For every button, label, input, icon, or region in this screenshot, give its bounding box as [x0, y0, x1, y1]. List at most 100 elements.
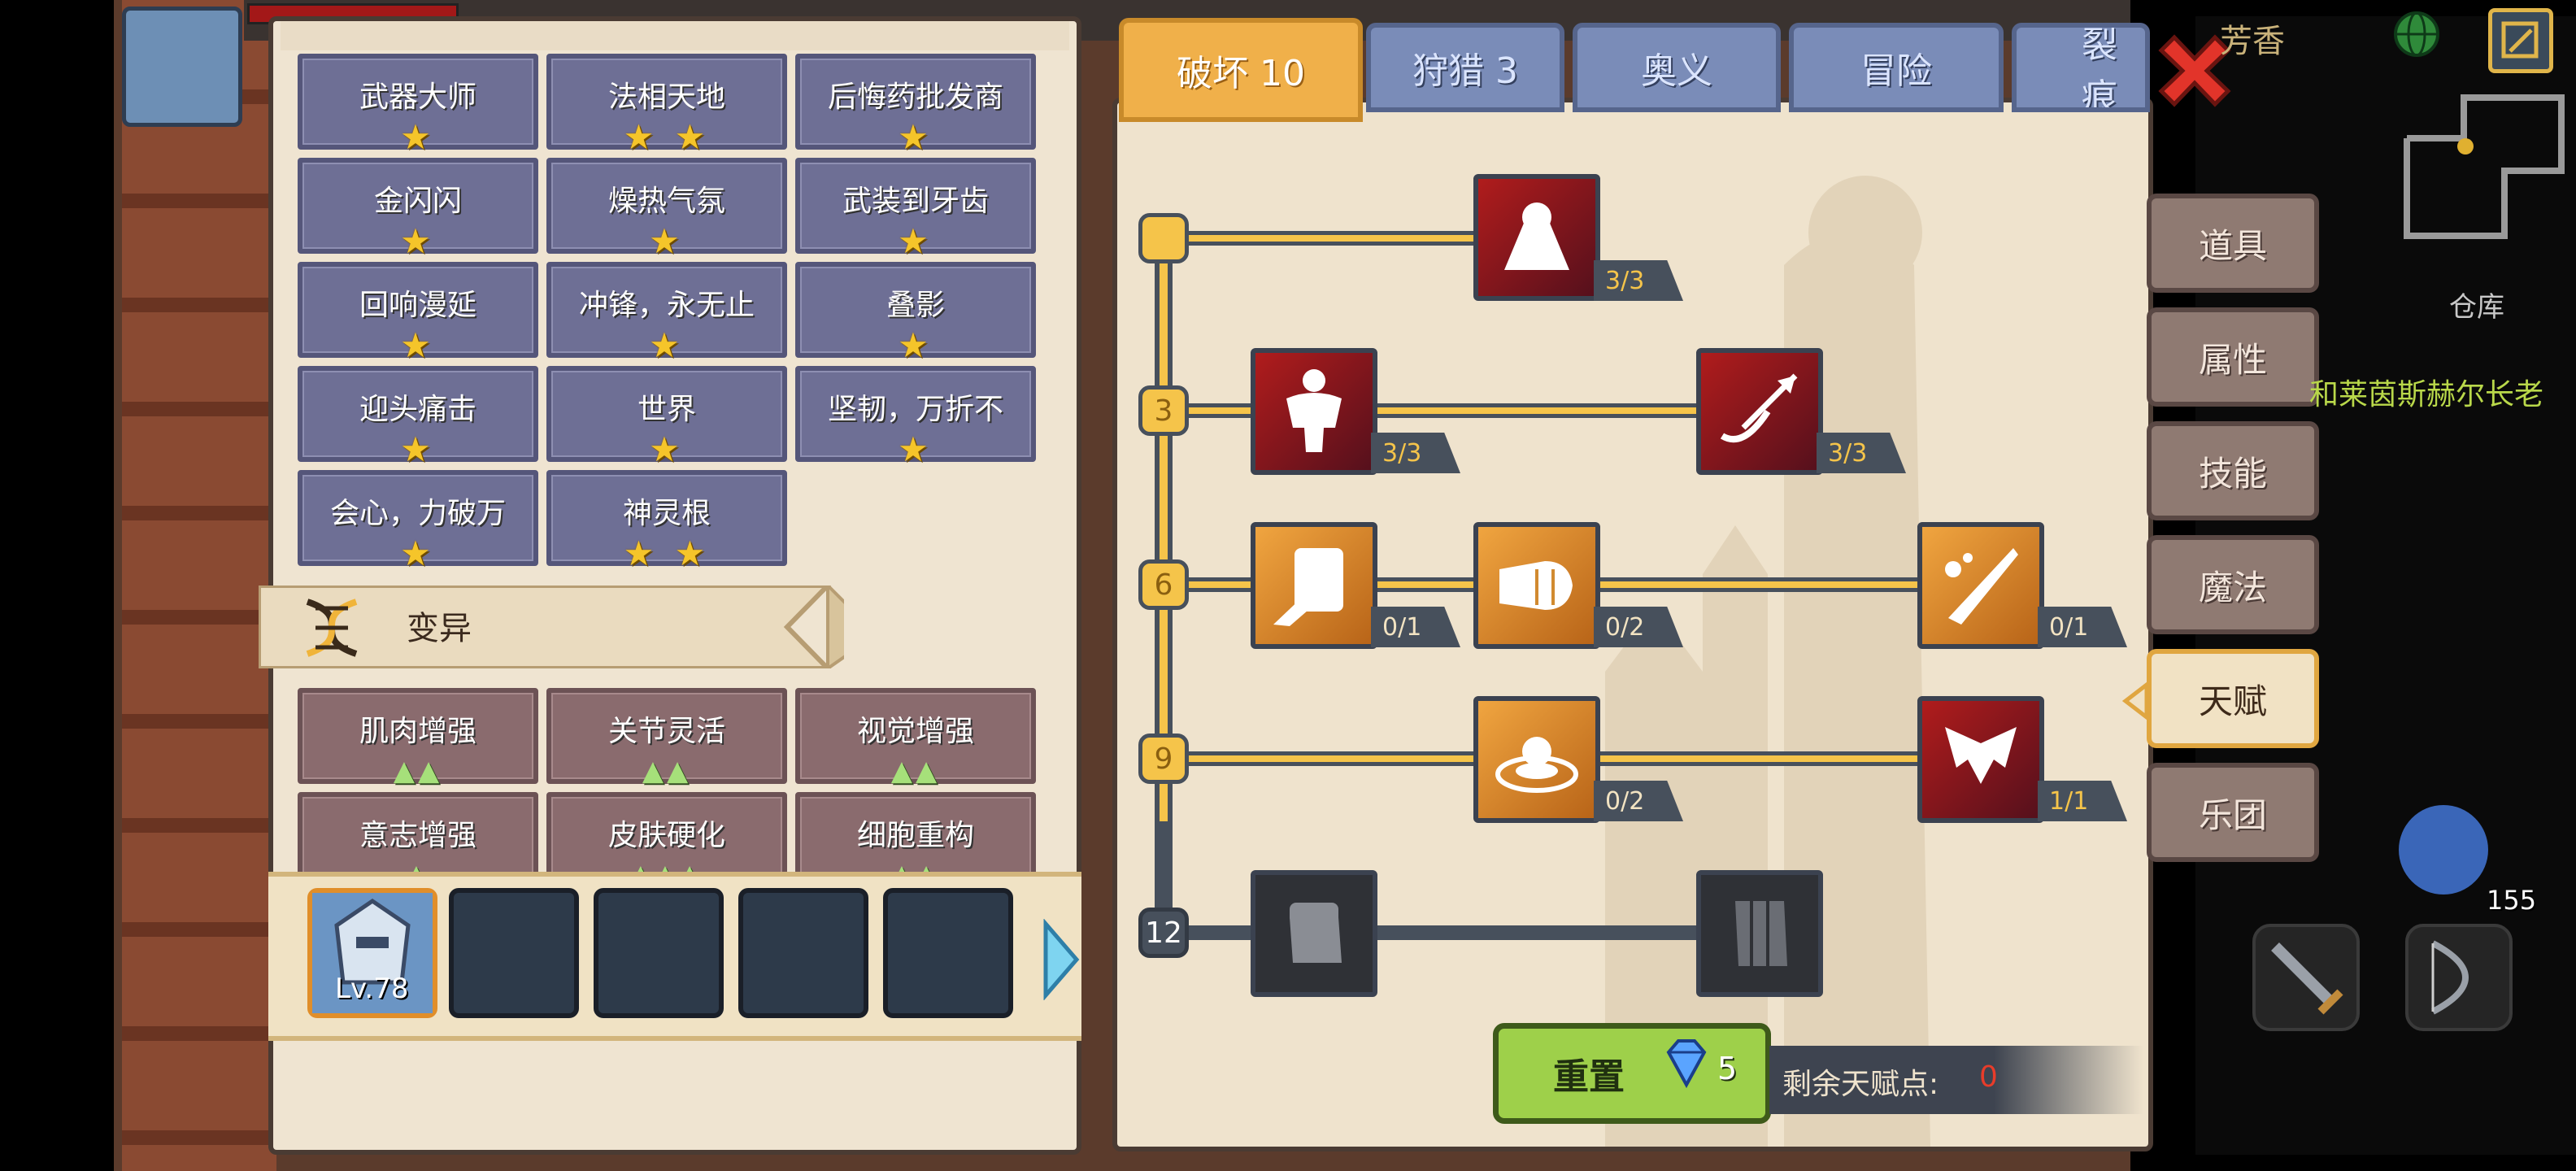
card-dash-icon: [1273, 548, 1343, 626]
trait-name: 迎头痛击: [359, 393, 476, 426]
trait-card[interactable]: 神灵根 ★ ★: [546, 470, 787, 572]
fist-icon: [1290, 903, 1342, 963]
star-icon: ★: [400, 325, 436, 365]
talent-ground-ripple[interactable]: [1473, 696, 1600, 823]
menu-label: 技能: [2198, 453, 2267, 494]
tab-rift[interactable]: 裂痕: [2012, 23, 2150, 112]
trait-card[interactable]: 冲锋，永无止 ★: [546, 262, 787, 364]
gem-icon: [1666, 1039, 1707, 1089]
tab-destruction[interactable]: 破坏 10: [1119, 18, 1363, 122]
trait-card[interactable]: 法相天地 ★ ★: [546, 54, 787, 156]
menu-band[interactable]: 乐团: [2147, 763, 2319, 862]
remaining-points-label: 剩余天赋点:: [1782, 1068, 1939, 1101]
trait-name: 会心，力破万: [329, 497, 506, 530]
ripple-icon: [1495, 737, 1578, 793]
bow-icon: [2431, 940, 2469, 1015]
trait-card[interactable]: 坚韧，万折不 ★: [795, 366, 1036, 468]
level-node: 12: [1138, 908, 1189, 958]
level-number: 9: [1154, 742, 1173, 776]
tab-label: 裂痕: [2082, 24, 2117, 112]
active-pointer-icon: [2122, 681, 2149, 720]
npc-name: 和莱茵斯赫尔长老: [2309, 378, 2544, 411]
scroll-item-icon[interactable]: [2399, 805, 2488, 895]
mutation-name: 肌肉增强: [359, 715, 476, 748]
menu-skills[interactable]: 技能: [2147, 421, 2319, 520]
empty-party-slot[interactable]: [449, 888, 579, 1018]
player-name: 芳香: [2220, 23, 2285, 60]
triangle-icon: ▲▲: [393, 755, 443, 787]
trait-name: 武装到牙齿: [842, 185, 989, 218]
menu-label: 乐团: [2198, 794, 2267, 835]
exit-button[interactable]: [2488, 8, 2553, 73]
player-portrait[interactable]: [122, 7, 242, 127]
star-icon: ★: [898, 429, 933, 469]
star-icon: ★: [649, 221, 685, 261]
trait-name: 回响漫延: [359, 289, 476, 322]
trait-card[interactable]: 迎头痛击 ★: [298, 366, 538, 468]
talent-demon-wings[interactable]: [1917, 696, 2044, 823]
fist-icon: [1735, 901, 1787, 966]
level-node: 6: [1138, 559, 1189, 610]
menu-magic[interactable]: 魔法: [2147, 535, 2319, 634]
brick-column: [122, 0, 276, 1171]
tab-adventure[interactable]: 冒险: [1789, 23, 2004, 112]
trait-card[interactable]: 燥热气氛 ★: [546, 158, 787, 260]
empty-party-slot[interactable]: [738, 888, 868, 1018]
tab-mystery[interactable]: 奥义: [1573, 23, 1781, 112]
tab-hunting[interactable]: 狩猎 3: [1366, 23, 1564, 112]
trait-name: 燥热气氛: [607, 185, 725, 218]
triangle-icon: ▲▲: [890, 755, 941, 787]
empty-party-slot[interactable]: [883, 888, 1013, 1018]
exit-arrow-icon: [2501, 21, 2539, 59]
trait-name: 法相天地: [607, 81, 725, 114]
bow-skill-button[interactable]: [2405, 924, 2513, 1031]
talent-fist-locked[interactable]: [1251, 870, 1377, 997]
warehouse-label: 仓库: [2449, 291, 2504, 324]
talent-arrow-strike[interactable]: [1696, 348, 1823, 475]
slash-splash-icon: [1945, 548, 2018, 625]
trait-card[interactable]: 后悔药批发商 ★: [795, 54, 1036, 156]
star-icon: ★: [400, 429, 436, 469]
star-icon: ★: [400, 117, 436, 157]
trait-card[interactable]: 金闪闪 ★: [298, 158, 538, 260]
mutation-card[interactable]: 视觉增强 ▲▲: [795, 688, 1036, 787]
reset-label: 重置: [1553, 1056, 1625, 1098]
talent-arm-wrestle[interactable]: [1473, 174, 1600, 301]
trait-panel-top-strip: [281, 21, 1069, 50]
talent-fist-locked-2[interactable]: [1696, 870, 1823, 997]
minimap[interactable]: [2399, 89, 2569, 244]
trait-card[interactable]: 世界 ★: [546, 366, 787, 468]
star-icon: ★: [898, 325, 933, 365]
talent-slash-splash[interactable]: [1917, 522, 2044, 649]
empty-party-slot[interactable]: [594, 888, 724, 1018]
menu-items[interactable]: 道具: [2147, 194, 2319, 293]
level-node: [1138, 213, 1189, 263]
star-icon: ★: [400, 221, 436, 261]
mutation-card[interactable]: 关节灵活 ▲▲: [546, 688, 787, 787]
menu-talent[interactable]: 天赋: [2147, 649, 2319, 748]
menu-attributes[interactable]: 属性: [2147, 307, 2319, 407]
trait-name: 冲锋，永无止: [578, 289, 755, 322]
trait-card[interactable]: 武器大师 ★: [298, 54, 538, 156]
level-number: 6: [1154, 568, 1173, 602]
menu-label: 属性: [2198, 339, 2267, 380]
menu-label: 天赋: [2198, 681, 2267, 721]
trait-card[interactable]: 回响漫延 ★: [298, 262, 538, 364]
reset-cost: 5: [1717, 1051, 1738, 1086]
item-count: 155: [2487, 885, 2537, 916]
mutation-name: 细胞重构: [856, 819, 974, 852]
next-arrow-icon[interactable]: [1041, 919, 1081, 1000]
trait-card[interactable]: 会心，力破万 ★: [298, 470, 538, 572]
trait-card[interactable]: 武装到牙齿 ★: [795, 158, 1036, 260]
globe-icon[interactable]: [2391, 8, 2443, 60]
talent-punch[interactable]: [1473, 522, 1600, 649]
trait-card[interactable]: 叠影 ★: [795, 262, 1036, 364]
star-icon: ★ ★: [623, 117, 711, 157]
mutation-name: 意志增强: [359, 819, 476, 852]
level-node: 9: [1138, 734, 1189, 784]
talent-muscle-body[interactable]: [1251, 348, 1377, 475]
muscle-body-icon: [1286, 369, 1342, 452]
mutation-card[interactable]: 肌肉增强 ▲▲: [298, 688, 538, 787]
sword-skill-button[interactable]: [2252, 924, 2360, 1031]
talent-card-dash[interactable]: [1251, 522, 1377, 649]
